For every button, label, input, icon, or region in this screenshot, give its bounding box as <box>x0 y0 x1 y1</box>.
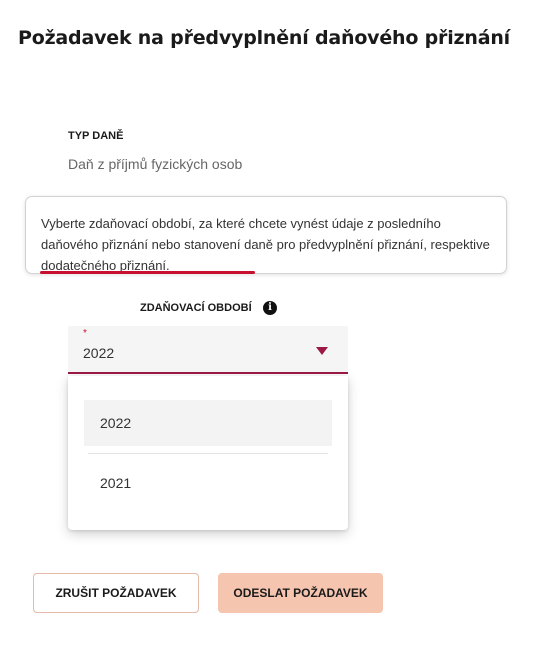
required-indicator: * <box>83 328 87 339</box>
chevron-down-icon[interactable] <box>316 347 328 355</box>
submit-request-button[interactable]: ODESLAT POŽADAVEK <box>218 573 383 613</box>
tooltip-text: Vyberte zdaňovací období, za které chcet… <box>41 216 490 273</box>
option-divider <box>88 453 328 454</box>
tooltip-highlight-underline <box>40 271 255 274</box>
period-option-2021[interactable]: 2021 <box>84 460 332 506</box>
page-title: Požadavek na předvyplnění daňového přizn… <box>18 27 510 49</box>
tax-type-label: TYP DANĚ <box>68 130 124 142</box>
period-select-value: 2022 <box>83 345 115 361</box>
period-select[interactable]: * 2022 <box>68 326 348 374</box>
period-dropdown: 2022 2021 <box>68 376 348 530</box>
cancel-request-button[interactable]: ZRUŠIT POŽADAVEK <box>33 573 199 613</box>
tax-type-value: Daň z příjmů fyzických osob <box>68 156 243 172</box>
info-icon[interactable]: i <box>263 301 277 315</box>
period-label: ZDAŇOVACÍ OBDOBÍ <box>140 302 252 314</box>
period-help-tooltip: Vyberte zdaňovací období, za které chcet… <box>25 196 507 274</box>
period-option-2022[interactable]: 2022 <box>84 400 332 446</box>
